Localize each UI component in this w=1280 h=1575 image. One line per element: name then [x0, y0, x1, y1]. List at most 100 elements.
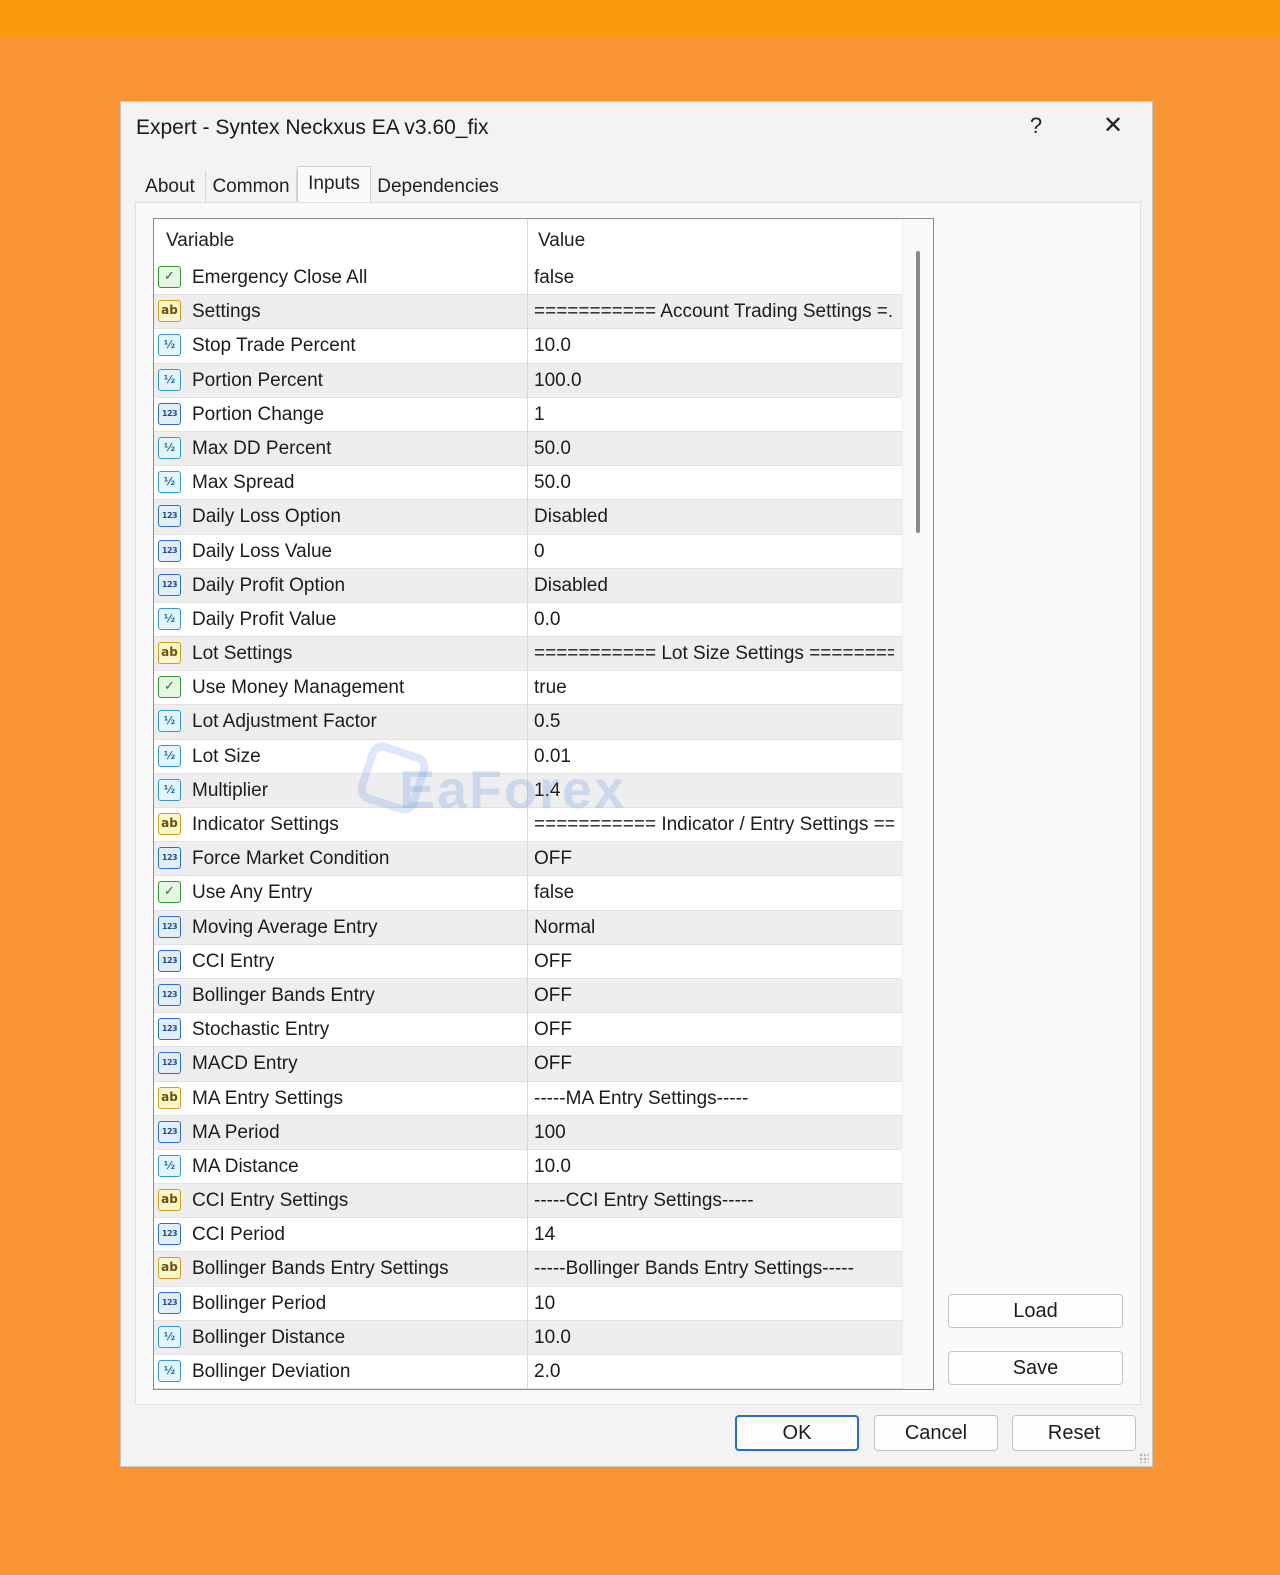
table-row[interactable]: 123 MACD Entry OFF [154, 1047, 902, 1082]
table-row[interactable]: ½ Max DD Percent 50.0 [154, 431, 902, 467]
variable-value[interactable]: OFF [534, 1013, 894, 1047]
table-row[interactable]: ab Settings =========== Account Trading Se… [154, 295, 902, 330]
bool-type-icon: ✓ [158, 881, 181, 904]
vertical-scrollbar[interactable] [902, 219, 933, 1389]
variable-value[interactable]: 100 [534, 1116, 894, 1150]
tab-dependencies[interactable]: Dependencies [371, 170, 505, 204]
column-header-value[interactable]: Value [538, 219, 585, 261]
table-row[interactable]: ✓ Use Any Entry false [154, 876, 902, 911]
variable-value[interactable]: 10.0 [534, 1321, 894, 1355]
string-type-icon: ab [158, 300, 181, 323]
variable-value[interactable]: Disabled [534, 569, 894, 603]
variable-value[interactable]: =========== Indicator / Entry Settings =… [534, 808, 894, 842]
table-row[interactable]: ½ Lot Size 0.01 [154, 740, 902, 774]
table-row[interactable]: 123 Bollinger Bands Entry OFF [154, 978, 902, 1014]
table-row[interactable]: 123 Force Market Condition OFF [154, 842, 902, 877]
variable-value[interactable]: =========== Account Trading Settings =..… [534, 295, 894, 329]
table-row[interactable]: ab Lot Settings =========== Lot Size Setti… [154, 637, 902, 672]
table-row[interactable]: 123 Stochastic Entry OFF [154, 1013, 902, 1048]
resize-grip[interactable] [1139, 1453, 1149, 1463]
variable-value[interactable]: 0.01 [534, 740, 894, 774]
table-row[interactable]: ab MA Entry Settings -----MA Entry Setting… [154, 1082, 902, 1116]
int-type-icon: 123 [158, 505, 181, 528]
table-row[interactable]: ½ Lot Adjustment Factor 0.5 [154, 705, 902, 740]
help-button[interactable]: ? [1021, 110, 1051, 142]
cancel-button[interactable]: Cancel [874, 1415, 998, 1451]
variable-value[interactable]: Normal [534, 911, 894, 945]
variable-value[interactable]: -----Bollinger Bands Entry Settings----- [534, 1252, 894, 1286]
close-icon[interactable]: ✕ [1096, 110, 1130, 142]
table-row[interactable]: ½ MA Distance 10.0 [154, 1150, 902, 1185]
double-type-icon: ½ [158, 710, 181, 733]
ok-button[interactable]: OK [735, 1415, 859, 1451]
variable-value[interactable]: 2.0 [534, 1355, 894, 1389]
table-row[interactable]: 123 Bollinger Period 10 [154, 1287, 902, 1321]
reset-button[interactable]: Reset [1012, 1415, 1136, 1451]
table-row[interactable]: ½ Daily Profit Value 0.0 [154, 603, 902, 638]
variable-value[interactable]: 14 [534, 1218, 894, 1252]
column-header-variable[interactable]: Variable [166, 219, 234, 261]
variable-value[interactable]: 0.0 [534, 603, 894, 637]
table-row[interactable]: ½ Bollinger Deviation 2.0 [154, 1355, 902, 1389]
variable-name: Bollinger Bands Entry Settings [192, 1258, 449, 1280]
tab-common[interactable]: Common [206, 170, 297, 204]
variable-value[interactable]: 1.4 [534, 774, 894, 808]
table-row[interactable]: 123 MA Period 100 [154, 1115, 902, 1150]
variable-value[interactable]: false [534, 261, 894, 295]
save-button[interactable]: Save [948, 1351, 1123, 1385]
table-row[interactable]: ½ Portion Percent 100.0 [154, 363, 902, 398]
table-row[interactable]: ab CCI Entry Settings -----CCI Entry Setti… [154, 1184, 902, 1219]
variable-value[interactable]: =========== Lot Size Settings ========..… [534, 637, 894, 671]
table-row[interactable]: 123 Daily Loss Option Disabled [154, 500, 902, 535]
table-row[interactable]: ✓ Emergency Close All false [154, 261, 902, 296]
variable-name: Emergency Close All [192, 267, 368, 288]
table-row[interactable]: ab Indicator Settings =========== Indicato… [154, 808, 902, 843]
int-type-icon: 123 [158, 402, 181, 425]
variable-value[interactable]: -----MA Entry Settings----- [534, 1082, 894, 1116]
double-type-icon: ½ [158, 607, 181, 630]
variable-value[interactable]: 10.0 [534, 329, 894, 363]
table-row[interactable]: ½ Max Spread 50.0 [154, 466, 902, 501]
variable-name: Daily Loss Option [192, 506, 341, 528]
table-row[interactable]: ab Bollinger Bands Entry Settings -----Bol… [154, 1252, 902, 1287]
variable-value[interactable]: Disabled [534, 500, 894, 534]
double-type-icon: ½ [158, 778, 181, 801]
table-row[interactable]: 123 CCI Period 14 [154, 1218, 902, 1253]
variable-value[interactable]: 0 [534, 535, 894, 569]
variable-value[interactable]: 10 [534, 1287, 894, 1321]
variable-value[interactable]: OFF [534, 1047, 894, 1081]
table-row[interactable]: 123 CCI Entry OFF [154, 945, 902, 979]
variable-value[interactable]: OFF [534, 979, 894, 1013]
tab-inputs[interactable]: Inputs [297, 166, 371, 205]
variable-value[interactable]: -----CCI Entry Settings----- [534, 1184, 894, 1218]
variable-value[interactable]: true [534, 671, 894, 705]
load-button[interactable]: Load [948, 1294, 1123, 1328]
variable-name: Stop Trade Percent [192, 335, 356, 357]
table-row[interactable]: 123 Portion Change 1 [154, 398, 902, 432]
variable-value[interactable]: false [534, 876, 894, 910]
variable-name: Lot Size [192, 745, 261, 767]
column-divider[interactable] [527, 219, 528, 1389]
int-type-icon: 123 [158, 1120, 181, 1143]
table-row[interactable]: 123 Daily Loss Value 0 [154, 535, 902, 569]
string-type-icon: ab [158, 642, 181, 665]
variable-value[interactable]: 10.0 [534, 1150, 894, 1184]
scrollbar-thumb[interactable] [916, 251, 920, 533]
variable-name: Lot Adjustment Factor [192, 711, 377, 733]
variable-value[interactable]: 50.0 [534, 432, 894, 466]
table-row[interactable]: 123 Daily Profit Option Disabled [154, 568, 902, 603]
table-row[interactable]: 123 Moving Average Entry Normal [154, 910, 902, 945]
table-row[interactable]: ✓ Use Money Management true [154, 671, 902, 706]
variable-value[interactable]: OFF [534, 945, 894, 979]
table-row[interactable]: ½ Bollinger Distance 10.0 [154, 1320, 902, 1355]
variable-value[interactable]: 0.5 [534, 705, 894, 739]
variable-value[interactable]: OFF [534, 842, 894, 876]
table-row[interactable]: ½ Stop Trade Percent 10.0 [154, 329, 902, 364]
int-type-icon: 123 [158, 539, 181, 562]
table-row[interactable]: ½ Multiplier 1.4 [154, 773, 902, 808]
variable-value[interactable]: 50.0 [534, 466, 894, 500]
variable-value[interactable]: 100.0 [534, 364, 894, 398]
variable-value[interactable]: 1 [534, 398, 894, 432]
string-type-icon: ab [158, 813, 181, 835]
tab-about[interactable]: About [135, 170, 206, 204]
